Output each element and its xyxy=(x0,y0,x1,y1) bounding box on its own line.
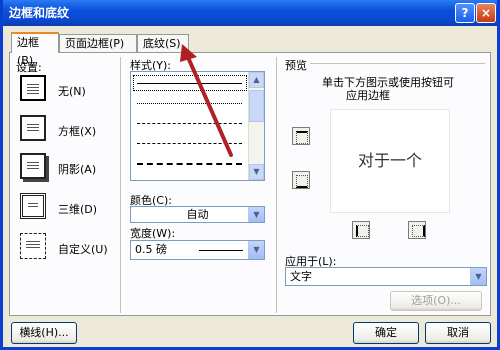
tab-borders[interactable]: 边框(B) xyxy=(11,32,59,67)
annotation-arrow-icon xyxy=(180,44,233,157)
borders-shading-dialog: 边框和底纹 ? × 边框(B) 页面边框(P) 底纹(S) 设置: 无(N) 方… xyxy=(0,0,500,350)
